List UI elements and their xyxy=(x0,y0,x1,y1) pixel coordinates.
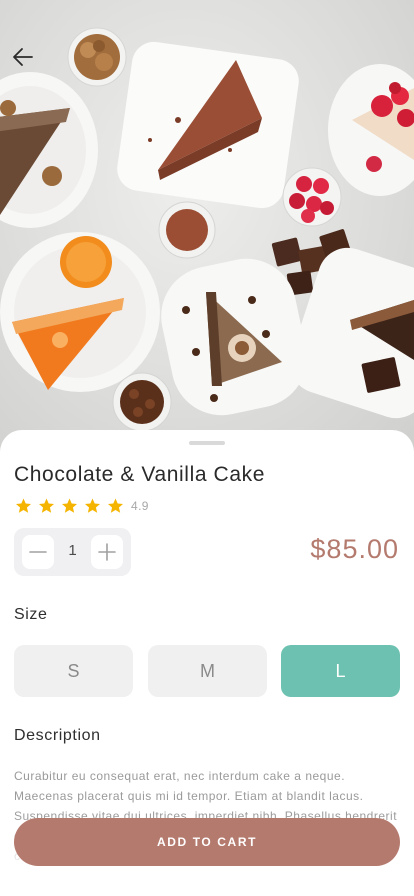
cake-table-illustration xyxy=(0,27,414,432)
size-section-label: Size xyxy=(14,606,48,623)
quantity-value: 1 xyxy=(68,542,77,559)
product-rating: 4.9 xyxy=(14,497,149,515)
size-option-s[interactable]: S xyxy=(14,645,133,697)
walnut-bowl xyxy=(67,27,127,87)
size-option-m[interactable]: M xyxy=(148,645,267,697)
star-icon xyxy=(39,498,54,513)
increase-quantity-button[interactable] xyxy=(91,535,123,569)
back-button[interactable] xyxy=(8,40,40,72)
product-details-sheet: Chocolate & Vanilla Cake 4.9 1 $85.00 Si… xyxy=(0,430,414,896)
star-icon xyxy=(62,498,77,513)
product-price: $85.00 xyxy=(310,534,399,564)
product-title: Chocolate & Vanilla Cake xyxy=(14,463,265,486)
right-plate xyxy=(328,64,414,196)
star-icon xyxy=(108,498,123,513)
cocoa-bowl xyxy=(158,201,216,259)
size-option-l[interactable]: L xyxy=(281,645,400,697)
star-icon xyxy=(85,498,100,513)
rating-value: 4.9 xyxy=(131,499,149,513)
plus-icon xyxy=(98,543,116,561)
sheet-drag-handle[interactable] xyxy=(189,441,225,445)
coffee-bean-bowl xyxy=(112,372,172,432)
star-icon xyxy=(16,498,31,513)
left-plate xyxy=(0,72,98,228)
product-hero-image xyxy=(0,0,414,452)
center-top-plate xyxy=(117,41,299,209)
add-to-cart-button[interactable]: ADD TO CART xyxy=(14,818,400,866)
quantity-stepper: 1 xyxy=(14,528,131,576)
rating-stars xyxy=(14,497,129,515)
description-section-label: Description xyxy=(14,727,101,744)
arrow-left-icon xyxy=(13,48,33,66)
decrease-quantity-button[interactable] xyxy=(22,535,54,569)
minus-icon xyxy=(29,551,47,553)
orange-cake-plate xyxy=(0,232,160,392)
